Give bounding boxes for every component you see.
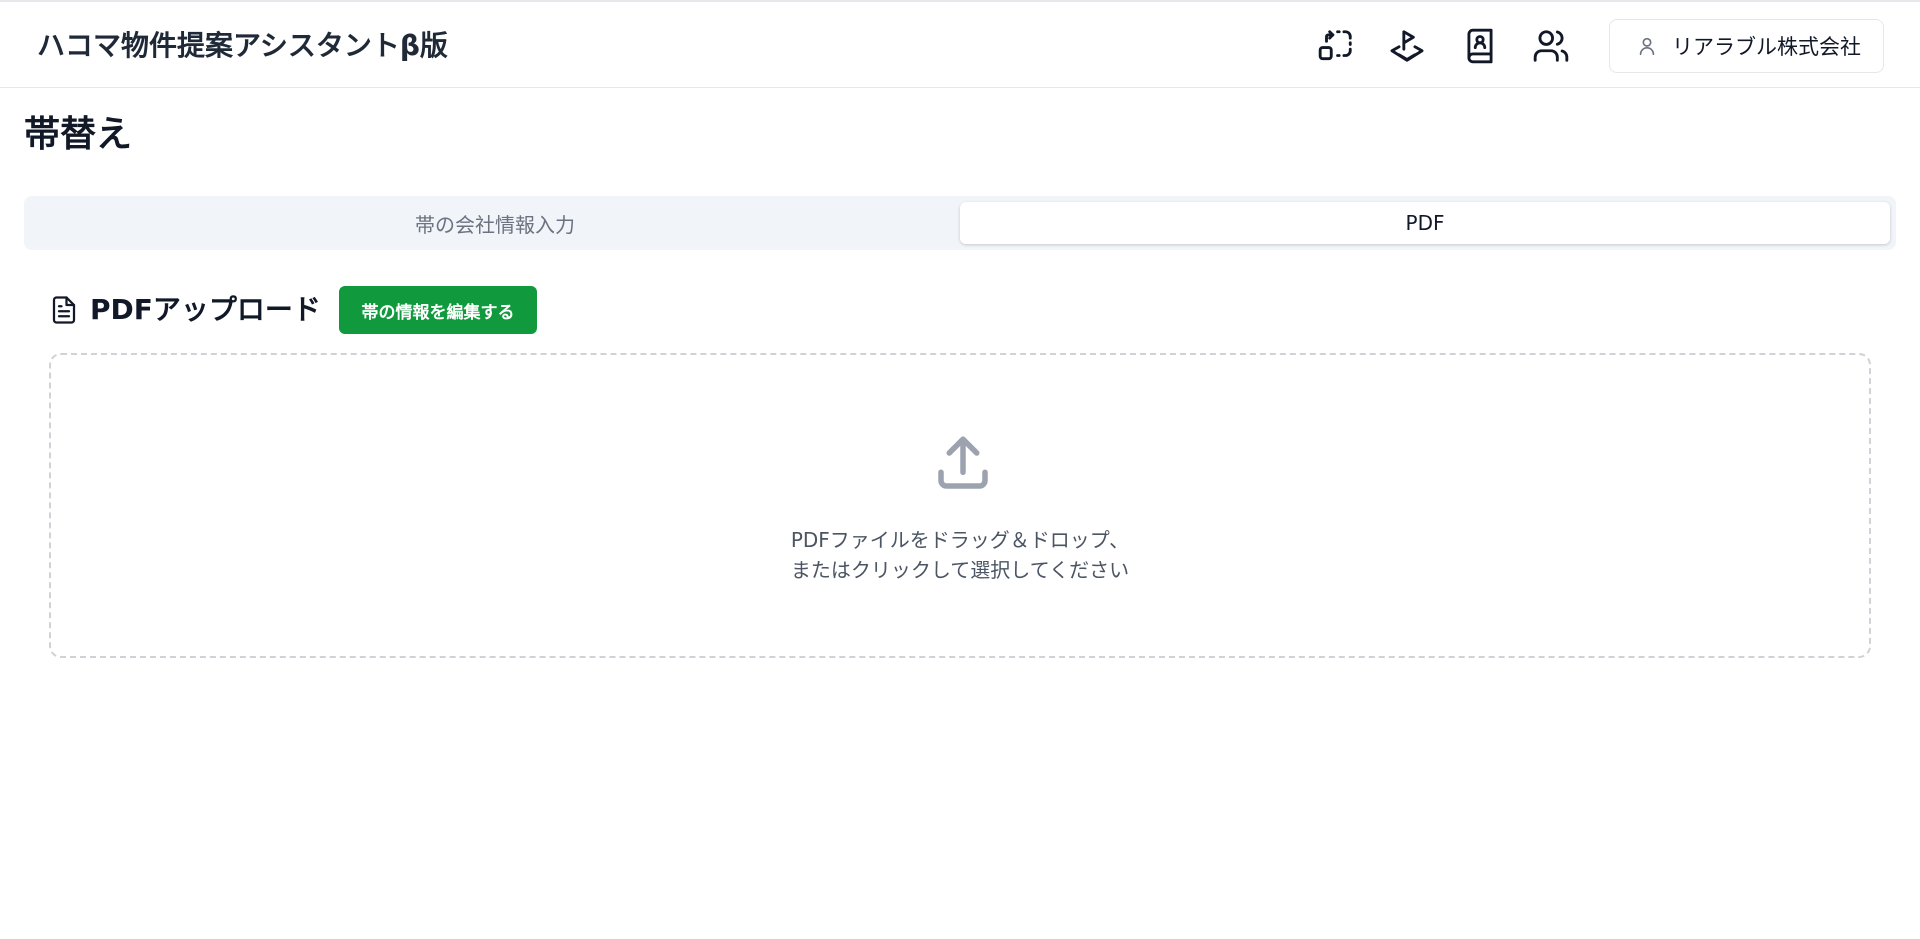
contact-book-icon — [1467, 28, 1493, 64]
document-icon — [52, 296, 76, 324]
edit-obi-info-button[interactable]: 帯の情報を編集する — [339, 286, 537, 334]
users-button[interactable] — [1529, 24, 1573, 68]
page-title: 帯替え — [24, 114, 133, 155]
contact-book-button[interactable] — [1458, 24, 1502, 68]
dropzone-instructions: PDFファイルをドラッグ＆ドロップ、 またはクリックして選択してください — [51, 525, 1869, 585]
app-title: ハコマ物件提案アシスタントβ版 — [37, 29, 448, 62]
section-title: PDFアップロード — [90, 293, 321, 326]
tab-pdf[interactable]: PDF — [960, 202, 1890, 244]
user-icon — [1639, 37, 1655, 56]
users-icon — [1533, 30, 1569, 62]
map-pin-layers-icon — [1390, 30, 1424, 62]
dropzone-line-2: またはクリックして選択してください — [790, 558, 1130, 582]
user-name: リアラブル株式会社 — [1672, 35, 1861, 59]
dropzone-line-1: PDFファイルをドラッグ＆ドロップ、 — [790, 528, 1130, 552]
rotate-frame-button[interactable] — [1314, 24, 1358, 68]
rotate-frame-icon — [1318, 30, 1352, 61]
map-pin-layers-button[interactable] — [1385, 24, 1429, 68]
tab-company-info[interactable]: 帯の会社情報入力 — [30, 202, 960, 244]
pdf-dropzone[interactable]: PDFファイルをドラッグ＆ドロップ、 またはクリックして選択してください — [49, 353, 1871, 658]
upload-icon — [938, 436, 988, 489]
app-header: ハコマ物件提案アシスタントβ版 リアラブル株式会社 — [0, 2, 1920, 88]
user-account-button[interactable]: リアラブル株式会社 — [1609, 19, 1884, 73]
tab-bar: 帯の会社情報入力 PDF — [24, 196, 1896, 250]
